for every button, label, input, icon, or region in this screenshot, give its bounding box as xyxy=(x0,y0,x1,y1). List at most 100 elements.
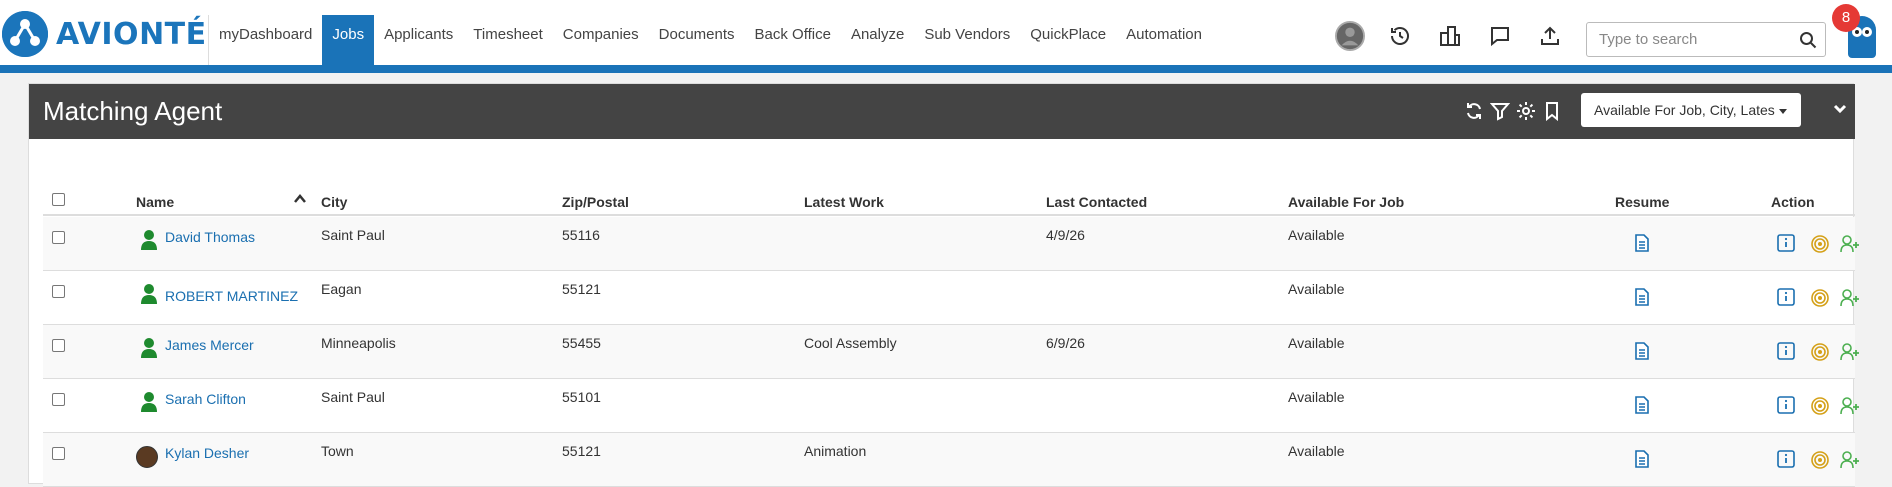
add-person-icon[interactable] xyxy=(1840,289,1860,310)
applicant-name-link[interactable]: Kylan Desher xyxy=(165,445,249,461)
table-row: James Mercer Minneapolis 55455 Cool Assembl… xyxy=(43,325,1859,379)
resume-document-icon[interactable] xyxy=(1634,234,1650,255)
cell-latest-work: Cool Assembly xyxy=(804,335,897,351)
gear-icon[interactable] xyxy=(1513,100,1539,122)
panel-header: Matching Agent Available For Job, City, … xyxy=(29,84,1855,139)
target-match-icon[interactable] xyxy=(1811,235,1829,256)
resume-document-icon[interactable] xyxy=(1634,342,1650,363)
filter-icon[interactable] xyxy=(1487,100,1513,122)
panel-toolbar xyxy=(1461,100,1565,122)
applicant-name-link[interactable]: James Mercer xyxy=(165,337,254,353)
add-person-icon[interactable] xyxy=(1840,343,1860,364)
row-checkbox[interactable] xyxy=(52,393,65,406)
resume-document-icon[interactable] xyxy=(1634,396,1650,417)
top-utility-icons xyxy=(1335,18,1585,54)
buildings-icon[interactable] xyxy=(1435,21,1465,51)
add-person-icon[interactable] xyxy=(1840,451,1860,472)
table-row: Sarah Clifton Saint Paul 55101 Available xyxy=(43,379,1859,433)
person-icon xyxy=(140,391,158,416)
top-navigation-bar: AVIONTÉ myDashboard Jobs Applicants Time… xyxy=(0,0,1892,65)
cell-latest-work: Animation xyxy=(804,443,867,459)
cell-zip: 55101 xyxy=(562,389,601,405)
nav-item-mydashboard[interactable]: myDashboard xyxy=(209,15,322,65)
chat-icon[interactable] xyxy=(1485,21,1515,51)
cell-last-contacted: 4/9/26 xyxy=(1046,227,1085,243)
info-icon[interactable] xyxy=(1777,234,1795,255)
row-checkbox[interactable] xyxy=(52,447,65,460)
user-avatar[interactable] xyxy=(1335,21,1365,51)
panel-title: Matching Agent xyxy=(43,96,223,126)
cell-available: Available xyxy=(1288,227,1345,243)
add-person-icon[interactable] xyxy=(1840,235,1860,256)
nav-item-sub-vendors[interactable]: Sub Vendors xyxy=(914,15,1020,65)
cell-city: Saint Paul xyxy=(321,389,385,405)
column-header-latest-work[interactable]: Latest Work xyxy=(804,194,884,210)
nav-item-analyze[interactable]: Analyze xyxy=(841,15,914,65)
resume-document-icon[interactable] xyxy=(1634,450,1650,471)
target-match-icon[interactable] xyxy=(1811,451,1829,472)
column-header-name[interactable]: Name xyxy=(136,194,174,210)
avionte-logo[interactable]: AVIONTÉ xyxy=(2,10,207,58)
person-icon xyxy=(140,337,158,362)
nav-item-companies[interactable]: Companies xyxy=(553,15,649,65)
target-match-icon[interactable] xyxy=(1811,289,1829,310)
row-checkbox[interactable] xyxy=(52,285,65,298)
applicant-name-link[interactable]: David Thomas xyxy=(165,229,255,245)
nav-item-automation[interactable]: Automation xyxy=(1116,15,1212,65)
view-selector-value: Available For Job, City, Lates xyxy=(1594,102,1775,118)
nav-item-jobs[interactable]: Jobs xyxy=(322,15,375,65)
global-search xyxy=(1586,22,1826,57)
history-icon[interactable] xyxy=(1385,21,1415,51)
resume-document-icon[interactable] xyxy=(1634,288,1650,309)
target-match-icon[interactable] xyxy=(1811,397,1829,418)
add-person-icon[interactable] xyxy=(1840,397,1860,418)
nav-item-timesheet[interactable]: Timesheet xyxy=(463,15,552,65)
nav-item-applicants[interactable]: Applicants xyxy=(374,15,463,65)
applicant-photo[interactable] xyxy=(136,446,158,468)
info-icon[interactable] xyxy=(1777,342,1795,363)
refresh-icon[interactable] xyxy=(1461,100,1487,122)
target-match-icon[interactable] xyxy=(1811,343,1829,364)
column-header-city[interactable]: City xyxy=(321,194,347,210)
column-header-zip[interactable]: Zip/Postal xyxy=(562,194,629,210)
info-icon[interactable] xyxy=(1777,288,1795,309)
notification-badge[interactable]: 8 xyxy=(1832,4,1860,32)
info-icon[interactable] xyxy=(1777,450,1795,471)
applicant-name-link[interactable]: Sarah Clifton xyxy=(165,391,246,407)
nav-item-documents[interactable]: Documents xyxy=(649,15,745,65)
person-icon xyxy=(140,229,158,254)
cell-available: Available xyxy=(1288,443,1345,459)
nav-item-back-office[interactable]: Back Office xyxy=(745,15,841,65)
bookmark-icon[interactable] xyxy=(1539,100,1565,122)
sort-ascending-icon[interactable] xyxy=(294,192,306,208)
applicant-name-link[interactable]: ROBERT MARTINEZ xyxy=(165,288,298,304)
cell-zip: 55121 xyxy=(562,281,601,297)
cell-available: Available xyxy=(1288,389,1345,405)
cell-city: Town xyxy=(321,443,354,459)
search-input[interactable] xyxy=(1587,23,1787,56)
person-icon xyxy=(140,283,158,308)
upload-icon[interactable] xyxy=(1535,21,1565,51)
main-nav: myDashboard Jobs Applicants Timesheet Co… xyxy=(208,15,1212,65)
cell-zip: 55455 xyxy=(562,335,601,351)
column-header-resume: Resume xyxy=(1615,194,1670,210)
chevron-down-icon[interactable] xyxy=(1833,102,1847,121)
column-header-available[interactable]: Available For Job xyxy=(1288,194,1404,210)
column-header-last-contacted[interactable]: Last Contacted xyxy=(1046,194,1147,210)
info-icon[interactable] xyxy=(1777,396,1795,417)
row-checkbox[interactable] xyxy=(52,339,65,352)
select-all-checkbox[interactable] xyxy=(52,193,65,206)
nav-item-quickplace[interactable]: QuickPlace xyxy=(1020,15,1116,65)
column-header-action: Action xyxy=(1771,194,1815,210)
caret-down-icon xyxy=(1778,108,1787,114)
cell-city: Eagan xyxy=(321,281,362,297)
cell-last-contacted: 6/9/26 xyxy=(1046,335,1085,351)
table-row: David Thomas Saint Paul 55116 4/9/26 Availab… xyxy=(43,217,1859,271)
row-checkbox[interactable] xyxy=(52,231,65,244)
brand-name: AVIONTÉ xyxy=(56,16,207,52)
table-row: Kylan Desher Town 55121 Animation Available xyxy=(43,433,1859,487)
table-row: ROBERT MARTINEZ Eagan 55121 Available xyxy=(43,271,1859,325)
cell-available: Available xyxy=(1288,281,1345,297)
view-selector-dropdown[interactable]: Available For Job, City, Lates xyxy=(1581,93,1801,127)
search-icon[interactable] xyxy=(1799,31,1817,54)
